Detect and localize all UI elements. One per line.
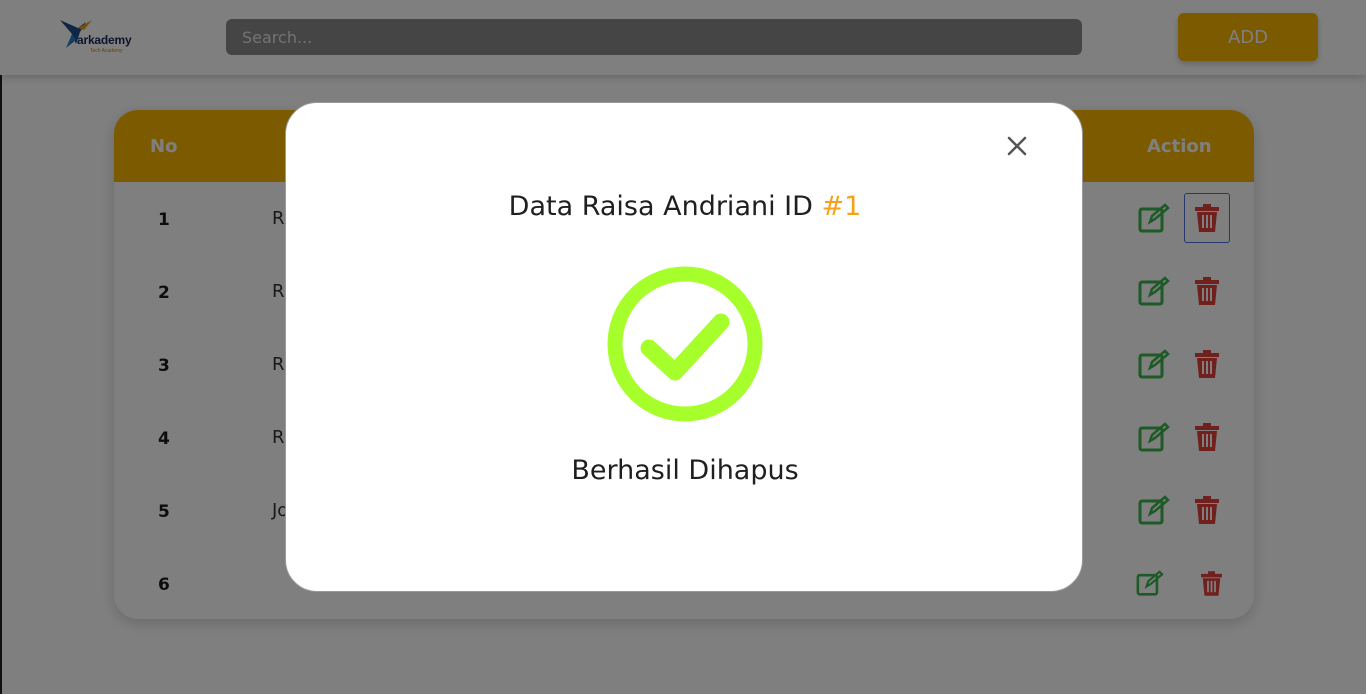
dialog-title-text: Data Raisa Andriani ID [508, 191, 822, 222]
close-icon [1007, 136, 1027, 156]
dialog-message: Berhasil Dihapus [571, 455, 799, 486]
success-indicator [607, 266, 763, 422]
dialog-title: Data Raisa Andriani ID #1 [286, 191, 1084, 222]
close-button[interactable] [1004, 133, 1030, 159]
record-id: #1 [821, 191, 862, 222]
delete-success-dialog: Data Raisa Andriani ID #1 Berhasil Dihap… [285, 102, 1083, 592]
check-circle-icon [607, 266, 763, 422]
